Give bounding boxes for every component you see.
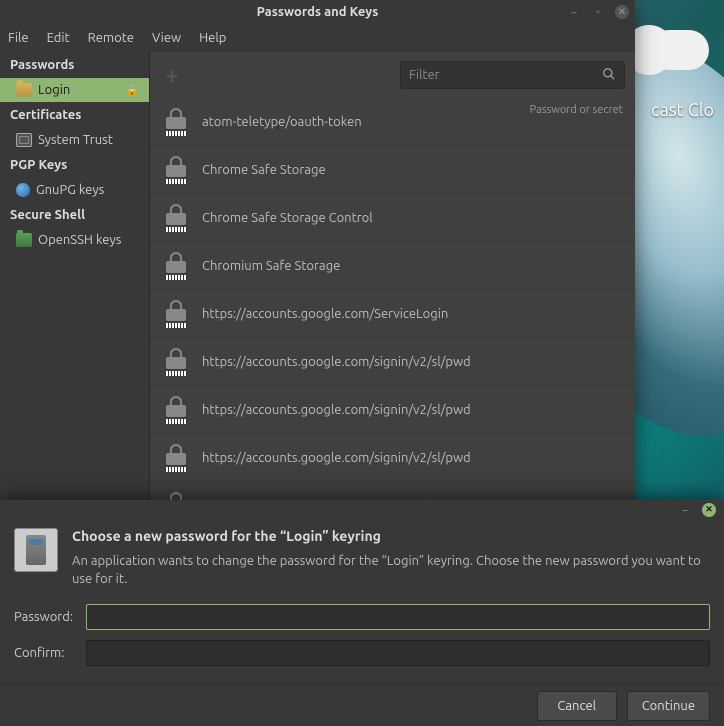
lock-icon: 🔒 [125, 84, 139, 97]
change-password-dialog: – ✕ Choose a new password for the “Login… [0, 500, 724, 726]
window-title: Passwords and Keys [257, 5, 379, 19]
keyring-icon [14, 528, 58, 572]
password-input[interactable] [86, 604, 710, 630]
list-item-label: Chrome Safe Storage Control [202, 211, 373, 225]
password-label: Password: [14, 610, 86, 624]
filter-box[interactable] [400, 61, 625, 89]
filter-input[interactable] [409, 68, 596, 82]
content-area: Passwords Login 🔒 Certificates System Tr… [0, 52, 635, 500]
sidebar-header-ssh: Secure Shell [0, 202, 149, 228]
password-icon [164, 108, 188, 136]
password-icon [164, 156, 188, 184]
password-icon [164, 444, 188, 472]
dialog-heading: Choose a new password for the “Login” ke… [72, 528, 710, 544]
sidebar-item-gnupg[interactable]: GnuPG keys [0, 178, 149, 202]
password-icon [164, 300, 188, 328]
list-item[interactable]: https://accounts.google.com/signin/v2/sl… [150, 386, 635, 434]
window-controls: – ▫ ✕ [567, 5, 629, 19]
menu-view[interactable]: View [152, 31, 181, 45]
dialog-titlebar[interactable]: – ✕ [0, 500, 724, 520]
list-item-label: Chrome Safe Storage [202, 163, 326, 177]
certificate-icon [16, 133, 32, 147]
sidebar-item-label: System Trust [38, 133, 113, 147]
dialog-body: Choose a new password for the “Login” ke… [0, 520, 724, 684]
confirm-input[interactable] [86, 640, 710, 666]
sidebar-item-label: Login [38, 83, 70, 97]
list-item[interactable]: https://accounts.google.com/signin/v2/sl… [150, 338, 635, 386]
menu-file[interactable]: File [8, 31, 29, 45]
sidebar-header-pgp: PGP Keys [0, 152, 149, 178]
continue-button[interactable]: Continue [627, 691, 710, 721]
menubar: File Edit Remote View Help [0, 24, 635, 52]
list-item-label: https://accounts.google.com/signin/v2/sl… [202, 355, 471, 369]
dialog-actions: Cancel Continue [0, 684, 724, 726]
menu-help[interactable]: Help [199, 31, 226, 45]
list-item[interactable]: Chrome Safe Storage [150, 146, 635, 194]
minimize-button[interactable]: – [567, 5, 581, 19]
maximize-button[interactable]: ▫ [591, 5, 605, 19]
folder-icon [16, 233, 32, 247]
password-form: Password: Confirm: [14, 604, 710, 666]
password-icon [164, 348, 188, 376]
list-item-label: https://accounts.google.com/signin/v2/sl… [202, 451, 471, 465]
titlebar[interactable]: Passwords and Keys – ▫ ✕ [0, 0, 635, 24]
list-item-label: https://accounts.google.com/signin/v2/sl… [202, 403, 471, 417]
sidebar-header-passwords: Passwords [0, 52, 149, 78]
list-item-label: https://accounts.google.com/ServiceLogin [202, 307, 448, 321]
dialog-close-button[interactable]: ✕ [702, 503, 716, 517]
password-icon [164, 252, 188, 280]
wallpaper-text: cast Clo [651, 100, 714, 120]
password-list[interactable]: atom-teletype/oauth-token Password or sec… [150, 98, 635, 500]
add-button[interactable]: + [160, 63, 184, 87]
list-item-label: atom-teletype/oauth-token [202, 115, 362, 129]
list-item[interactable]: atom-teletype/oauth-token Password or sec… [150, 98, 635, 146]
sidebar-item-label: OpenSSH keys [38, 233, 121, 247]
list-item[interactable]: https://accounts.google.com/signin/v2/sl… [150, 434, 635, 482]
cancel-button[interactable]: Cancel [537, 691, 617, 721]
list-item-label: Chromium Safe Storage [202, 259, 340, 273]
close-button[interactable]: ✕ [615, 5, 629, 19]
sidebar-header-certificates: Certificates [0, 102, 149, 128]
list-item[interactable]: Chrome Safe Storage Control [150, 194, 635, 242]
dialog-description: An application wants to change the passw… [72, 552, 710, 588]
toolbar: + [150, 52, 635, 98]
sidebar-item-label: GnuPG keys [36, 183, 104, 197]
sidebar-item-login[interactable]: Login 🔒 [0, 78, 149, 102]
sidebar-item-openssh[interactable]: OpenSSH keys [0, 228, 149, 252]
main-panel: + atom-teletype/oauth-token Password or s… [150, 52, 635, 500]
password-icon [164, 492, 188, 501]
confirm-label: Confirm: [14, 646, 86, 660]
password-icon [164, 396, 188, 424]
dialog-minimize-button[interactable]: – [678, 503, 692, 517]
folder-icon [16, 83, 32, 97]
list-item[interactable]: Chromium Safe Storage [150, 242, 635, 290]
sidebar: Passwords Login 🔒 Certificates System Tr… [0, 52, 150, 500]
passwords-keys-window: Passwords and Keys – ▫ ✕ File Edit Remot… [0, 0, 635, 500]
list-item[interactable]: https://accounts.google.com/ServiceLogin [150, 290, 635, 338]
key-icon [16, 183, 30, 197]
list-item-tag: Password or secret [530, 104, 623, 116]
menu-remote[interactable]: Remote [88, 31, 134, 45]
menu-edit[interactable]: Edit [47, 31, 70, 45]
search-icon [602, 67, 616, 84]
list-item[interactable]: https://accounts.google.com/signin/v2/sl… [150, 482, 635, 500]
password-icon [164, 204, 188, 232]
sidebar-item-system-trust[interactable]: System Trust [0, 128, 149, 152]
cloud-icon [624, 20, 704, 70]
